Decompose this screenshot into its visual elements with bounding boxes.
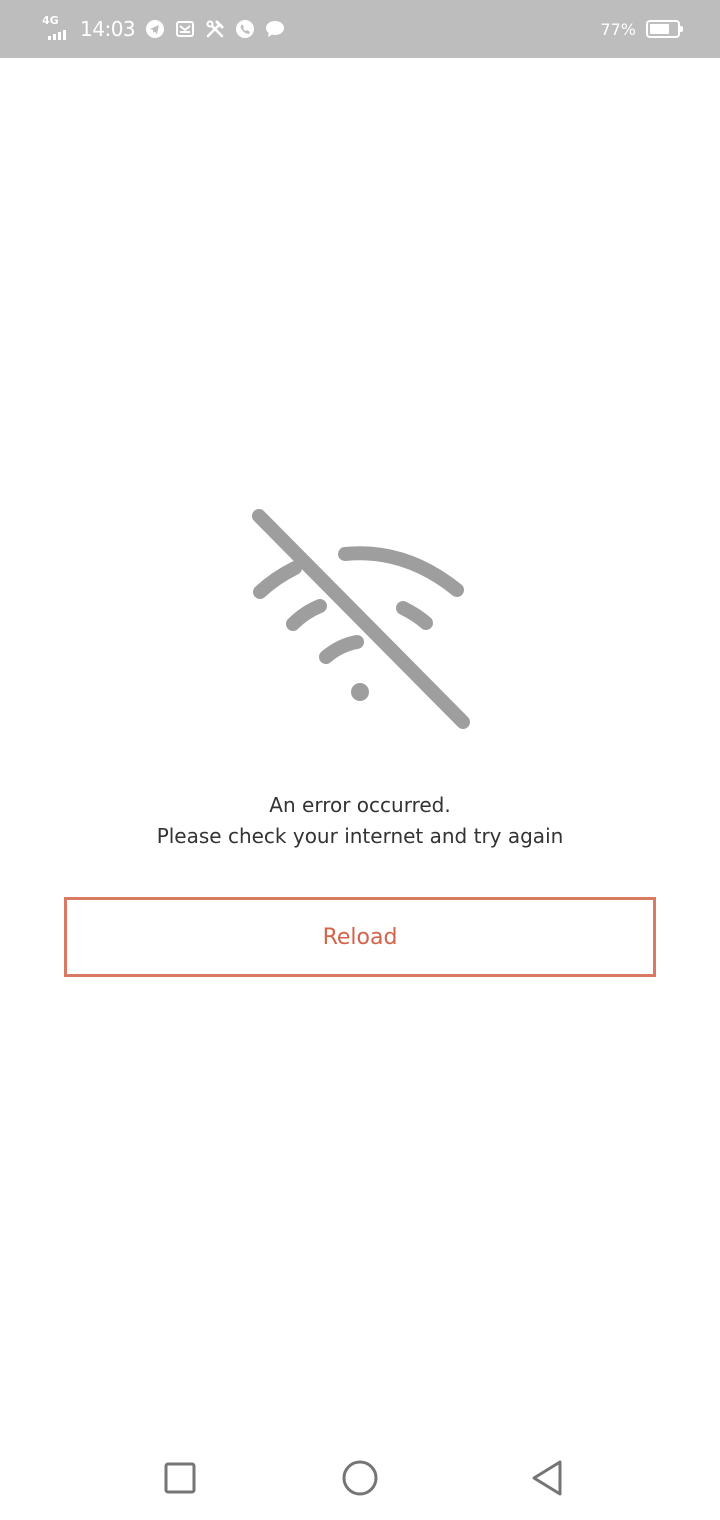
battery-icon — [646, 20, 683, 38]
signal-bars — [48, 30, 66, 40]
mail-icon — [176, 21, 195, 37]
telegram-icon — [146, 20, 165, 38]
status-bar-right: 77% — [600, 14, 683, 44]
error-hint: Please check your internet and try again — [156, 824, 564, 848]
home-icon[interactable] — [338, 1456, 382, 1500]
chat-icon — [266, 21, 285, 37]
error-message: An error occurred. Please check your int… — [0, 790, 720, 852]
battery-fill — [650, 24, 670, 34]
tools-icon — [206, 20, 224, 38]
status-bar: 4G 14:03 77% — [0, 0, 720, 58]
phone-icon — [236, 20, 255, 38]
navigation-bar — [0, 1436, 720, 1520]
battery-percent: 77% — [600, 19, 636, 39]
clock: 14:03 — [80, 17, 136, 41]
network-type: 4G — [42, 14, 59, 27]
wifi-off-icon — [252, 509, 470, 729]
back-icon[interactable] — [526, 1456, 570, 1500]
error-title: An error occurred. — [269, 793, 451, 817]
recent-apps-icon[interactable] — [158, 1456, 202, 1500]
status-bar-left: 4G 14:03 — [42, 14, 295, 44]
reload-button[interactable]: Reload — [64, 897, 656, 977]
signal-icon: 4G — [42, 14, 76, 42]
